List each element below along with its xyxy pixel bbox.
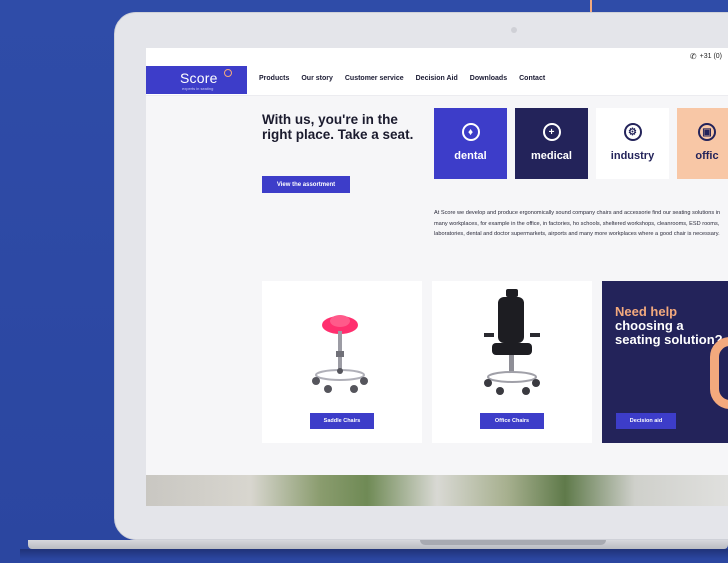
- tile-label: medical: [531, 150, 572, 162]
- logo[interactable]: Score experts in seating: [146, 66, 247, 94]
- decision-aid-card[interactable]: Need help choosing a seating solution? D…: [602, 281, 728, 443]
- top-bar: ✆ +31 (0): [146, 48, 728, 66]
- decision-aid-button[interactable]: Decision aid: [616, 413, 676, 429]
- phone-link[interactable]: ✆ +31 (0): [690, 52, 722, 61]
- logo-tagline: experts in seating: [182, 86, 214, 91]
- laptop-screen: ✆ +31 (0) Score experts in seating Produ…: [146, 48, 728, 506]
- phone-number: +31 (0): [699, 53, 722, 60]
- gear-icon: ⚙: [623, 123, 642, 141]
- laptop-notch: [420, 540, 606, 545]
- office-chair-image: [484, 289, 540, 395]
- tile-office[interactable]: ▣ offic: [677, 108, 728, 179]
- main-navbar: Score experts in seating Products Our st…: [146, 66, 728, 96]
- laptop-base: [28, 540, 728, 549]
- view-assortment-button[interactable]: View the assortment: [262, 176, 350, 193]
- decorative-arc: [710, 337, 728, 409]
- help-heading-rest: choosing a seating solution?: [615, 318, 723, 347]
- tile-label: industry: [610, 150, 655, 162]
- office-chairs-card[interactable]: Office Chairs: [432, 281, 592, 443]
- phone-icon: ✆: [689, 52, 697, 61]
- tile-label: offic: [695, 150, 719, 162]
- logo-text: Score: [180, 70, 218, 86]
- help-heading: Need help choosing a seating solution?: [615, 305, 725, 347]
- nav-item-downloads[interactable]: Downloads: [470, 75, 507, 82]
- nav-item-products[interactable]: Products: [259, 75, 289, 82]
- nav-item-our-story[interactable]: Our story: [301, 75, 333, 82]
- laptop-shadow: [20, 549, 728, 559]
- hero-title: With us, you're in the right place. Take…: [262, 112, 414, 142]
- tile-label: dental: [454, 150, 487, 162]
- nav-item-contact[interactable]: Contact: [519, 75, 545, 82]
- medical-cross-icon: +: [542, 123, 561, 141]
- logo-mark-icon: [224, 69, 232, 77]
- briefcase-icon: ▣: [698, 123, 716, 141]
- office-chairs-button[interactable]: Office Chairs: [480, 413, 544, 429]
- dental-icon: ♦: [461, 123, 480, 141]
- saddle-chairs-button[interactable]: Saddle Chairs: [310, 413, 374, 429]
- nav-item-customer-service[interactable]: Customer service: [345, 75, 404, 82]
- about-text: At Score we develop and produce ergonomi…: [434, 210, 721, 237]
- help-heading-accent: Need help: [615, 304, 678, 319]
- saddle-chair-image: [312, 315, 368, 393]
- nav-item-decision-aid[interactable]: Decision Aid: [416, 75, 458, 82]
- saddle-chairs-card[interactable]: Saddle Chairs: [262, 281, 422, 443]
- tile-medical[interactable]: + medical: [515, 108, 588, 179]
- hero-photo-strip: [146, 475, 728, 506]
- webcam-icon: [511, 27, 517, 33]
- tile-industry[interactable]: ⚙ industry: [596, 108, 669, 179]
- nav-menu: Products Our story Customer service Deci…: [259, 75, 557, 82]
- tile-dental[interactable]: ♦ dental: [434, 108, 507, 179]
